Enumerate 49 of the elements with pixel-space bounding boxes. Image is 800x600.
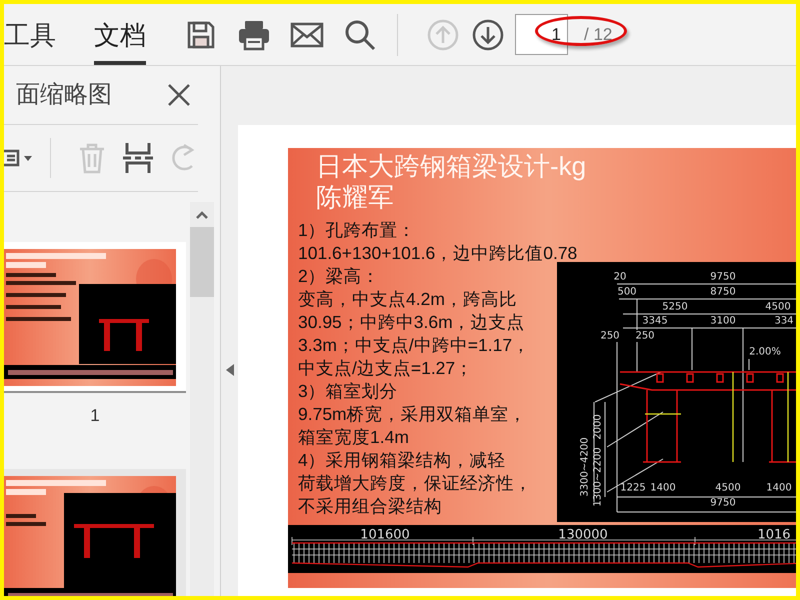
dimension-label: 1400 (650, 482, 676, 494)
slide-text-line: 3.3m；中支点/中跨中=1.17， (298, 334, 530, 357)
dimension-label: 250 (635, 330, 655, 342)
tab[interactable]: 工具 (4, 4, 56, 65)
dimension-label: 3345 (642, 316, 668, 327)
slide-text-line: 2）梁高： (298, 265, 380, 288)
dimension-label: 8750 (710, 286, 736, 298)
slide-text-line: 101.6+130+101.6，边中跨比值0.78 (298, 242, 578, 265)
page-number-field[interactable]: 1 (515, 14, 568, 55)
dimension-label: 3300~4200 (580, 437, 591, 497)
slide-text-line: 荷载增大跨度，保证经济性， (298, 472, 532, 495)
search-icon[interactable] (343, 18, 377, 52)
slide-title: 日本大跨钢箱梁设计-kg (315, 151, 588, 182)
close-icon[interactable] (166, 82, 192, 108)
slide-text-line: 变高，中支点4.2m，跨高比 (298, 288, 517, 311)
dimension-label: 4500 (765, 302, 791, 313)
dimension-label: 250 (600, 330, 620, 342)
dimension-label: 2.00% (749, 346, 781, 358)
dimension-label: 20 (614, 272, 626, 283)
span-length-label: 130000 (558, 528, 608, 543)
scrollbar-thumb[interactable] (190, 227, 214, 297)
dimension-label: 1300~2200 (592, 447, 604, 507)
slide-text-line: 1）孔跨布置： (298, 219, 416, 242)
dimension-label: 334 (774, 316, 794, 327)
slide-text-line: 9.75m桥宽，采用双箱单室， (298, 403, 527, 426)
dimension-label: 3100 (710, 316, 736, 327)
slide-text-line: 3）箱室划分 (298, 380, 398, 403)
dimension-label: 500 (617, 286, 637, 298)
dimension-label: 5250 (662, 302, 688, 313)
collapse-panel-icon[interactable] (225, 363, 235, 377)
down-arrow-icon[interactable] (471, 18, 505, 52)
slide-text-line: 中支点/边支点=1.27； (298, 357, 474, 380)
dimension-label: 2000 (592, 414, 604, 440)
panel-title: 面缩略图 (15, 80, 112, 110)
slide-text-line: 4）采用钢箱梁结构，减轻 (298, 449, 506, 472)
dimension-label: 1400 (766, 482, 792, 494)
slide-author: 陈耀军 (315, 182, 395, 213)
span-length-label: 101600 (360, 528, 410, 543)
span-length-label: 1016 (757, 528, 791, 543)
dimension-label: 1225 (620, 482, 646, 494)
slide-text-line: 不采用组合梁结构 (298, 495, 442, 518)
slide-text-line: 30.95；中跨中3.6m，边支点 (298, 311, 525, 334)
slide-text-line: 箱室宽度1.4m (298, 426, 409, 449)
page-extract-icon[interactable] (122, 140, 152, 176)
dimension-label: 9750 (710, 498, 736, 509)
dimension-label: 4500 (715, 482, 741, 494)
page-number-label: 1 (90, 405, 100, 427)
page-total: / 12 (584, 24, 612, 46)
dimension-label: 9750 (710, 272, 736, 283)
